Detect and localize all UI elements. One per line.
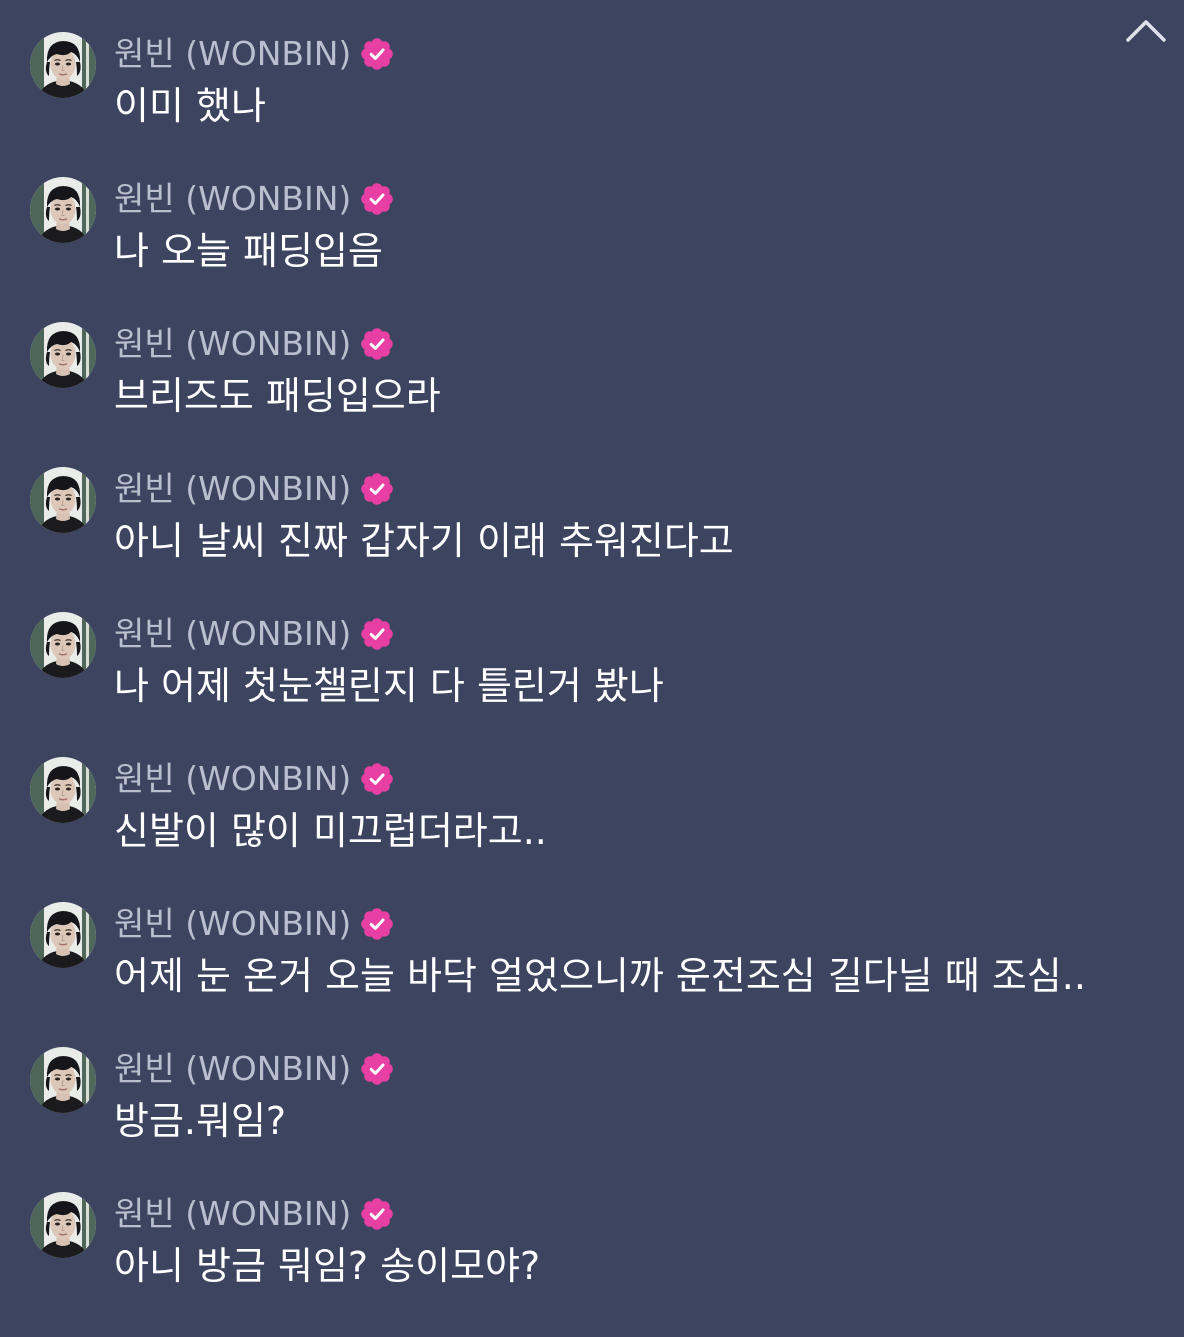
avatar[interactable] bbox=[30, 467, 96, 533]
sender-name: 원빈 (WONBIN) bbox=[114, 1194, 352, 1233]
chat-message: 원빈 (WONBIN) 나 어제 첫눈챌린지 다 틀린거 봤나 bbox=[0, 612, 1184, 757]
verified-badge-icon bbox=[361, 908, 394, 940]
verified-badge-icon bbox=[361, 473, 394, 505]
sender-row: 원빈 (WONBIN) bbox=[114, 32, 394, 76]
verified-badge-icon bbox=[361, 183, 394, 215]
chat-message: 원빈 (WONBIN) 신발이 많이 미끄럽더라고.. bbox=[0, 757, 1184, 902]
message-text: 나 오늘 패딩입음 bbox=[114, 229, 383, 273]
avatar[interactable] bbox=[30, 757, 96, 823]
message-text: 방금.뭐임? bbox=[114, 1099, 287, 1143]
sender-row: 원빈 (WONBIN) bbox=[114, 322, 394, 366]
verified-badge-icon bbox=[361, 1053, 394, 1085]
verified-badge-icon bbox=[361, 1198, 394, 1230]
sender-name: 원빈 (WONBIN) bbox=[114, 179, 352, 218]
sender-row: 원빈 (WONBIN) bbox=[114, 1192, 394, 1236]
avatar[interactable] bbox=[30, 1192, 96, 1258]
sender-name: 원빈 (WONBIN) bbox=[114, 469, 352, 508]
sender-name: 원빈 (WONBIN) bbox=[114, 324, 352, 363]
message-text: 어제 눈 온거 오늘 바닥 얼었으니까 운전조심 길다닐 때 조심.. bbox=[114, 954, 1086, 998]
message-text: 브리즈도 패딩입으라 bbox=[114, 374, 441, 418]
sender-name: 원빈 (WONBIN) bbox=[114, 1049, 352, 1088]
sender-row: 원빈 (WONBIN) bbox=[114, 1047, 394, 1091]
avatar[interactable] bbox=[30, 177, 96, 243]
message-text: 아니 날씨 진짜 갑자기 이래 추워진다고 bbox=[114, 519, 734, 563]
avatar[interactable] bbox=[30, 1047, 96, 1113]
sender-name: 원빈 (WONBIN) bbox=[114, 614, 352, 653]
verified-badge-icon bbox=[361, 763, 394, 795]
avatar[interactable] bbox=[30, 612, 96, 678]
chat-message: 원빈 (WONBIN) 나 오늘 패딩입음 bbox=[0, 177, 1184, 322]
sender-row: 원빈 (WONBIN) bbox=[114, 612, 394, 656]
sender-row: 원빈 (WONBIN) bbox=[114, 902, 394, 946]
sender-name: 원빈 (WONBIN) bbox=[114, 904, 352, 943]
message-text: 아니 방금 뭐임? 송이모야? bbox=[114, 1244, 541, 1288]
chat-message: 원빈 (WONBIN) 이미 했나 bbox=[0, 32, 1184, 177]
verified-badge-icon bbox=[361, 618, 394, 650]
message-text: 신발이 많이 미끄럽더라고.. bbox=[114, 809, 547, 853]
chat-message: 원빈 (WONBIN) 어제 눈 온거 오늘 바닥 얼었으니까 운전조심 길다닐… bbox=[0, 902, 1184, 1047]
sender-row: 원빈 (WONBIN) bbox=[114, 467, 394, 511]
avatar[interactable] bbox=[30, 902, 96, 968]
sender-row: 원빈 (WONBIN) bbox=[114, 177, 394, 221]
avatar[interactable] bbox=[30, 32, 96, 98]
chat-message: 원빈 (WONBIN) 아니 방금 뭐임? 송이모야? bbox=[0, 1192, 1184, 1337]
sender-row: 원빈 (WONBIN) bbox=[114, 757, 394, 801]
verified-badge-icon bbox=[361, 38, 394, 70]
sender-name: 원빈 (WONBIN) bbox=[114, 34, 352, 73]
sender-name: 원빈 (WONBIN) bbox=[114, 759, 352, 798]
chat-message: 원빈 (WONBIN) 브리즈도 패딩입으라 bbox=[0, 322, 1184, 467]
chat-message-list: 원빈 (WONBIN) 이미 했나 원빈 (WONBIN) 나 오늘 패딩입음 … bbox=[0, 32, 1184, 1337]
avatar[interactable] bbox=[30, 322, 96, 388]
message-text: 이미 했나 bbox=[114, 84, 266, 128]
message-text: 나 어제 첫눈챌린지 다 틀린거 봤나 bbox=[114, 664, 664, 708]
verified-badge-icon bbox=[361, 328, 394, 360]
chat-message: 원빈 (WONBIN) 방금.뭐임? bbox=[0, 1047, 1184, 1192]
chat-message: 원빈 (WONBIN) 아니 날씨 진짜 갑자기 이래 추워진다고 bbox=[0, 467, 1184, 612]
